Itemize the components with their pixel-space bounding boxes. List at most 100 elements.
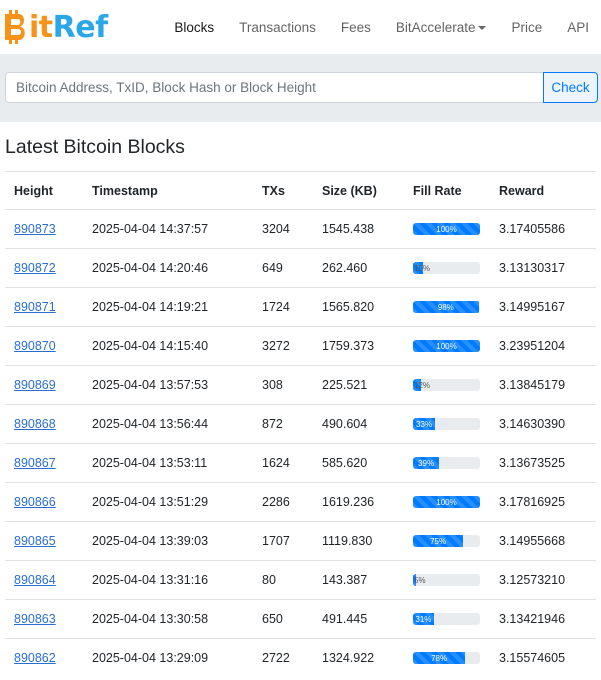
cell-size: 143.387 [313, 560, 404, 600]
cell-txs: 2286 [253, 482, 313, 522]
table-row: 890873 2025-04-04 14:37:57 3204 1545.438 100… [5, 209, 596, 249]
fill-rate-bar: 100% [413, 496, 480, 508]
cell-height: 890862 [5, 638, 83, 678]
cell-reward: 3.17816925 [490, 482, 596, 522]
table-row: 890862 2025-04-04 13:29:09 2722 1324.922 78%… [5, 638, 596, 678]
cell-reward: 3.17405586 [490, 209, 596, 249]
cell-reward: 3.12573210 [490, 560, 596, 600]
cell-height: 890863 [5, 599, 83, 639]
cell-reward: 3.13845179 [490, 365, 596, 405]
fill-rate-progress: 100% [413, 340, 480, 352]
block-height-link[interactable]: 890870 [14, 339, 56, 353]
cell-size: 1324.922 [313, 638, 404, 678]
cell-height: 890867 [5, 443, 83, 483]
table-header-row: Height Timestamp TXs Size (KB) Fill Rate… [5, 171, 596, 210]
fill-rate-label: 100% [436, 224, 457, 234]
cell-fill-rate: 12% [404, 365, 490, 405]
brand-name-it: it [29, 9, 53, 45]
cell-reward: 3.14955668 [490, 521, 596, 561]
check-button[interactable]: Check [543, 72, 598, 103]
nav-transactions[interactable]: Transactions [227, 20, 329, 35]
main-nav: Blocks Transactions Fees BitAccelerate P… [162, 20, 597, 35]
fill-rate-bar: 12% [413, 379, 430, 391]
fill-rate-progress: 78% [413, 652, 480, 665]
fill-rate-bar: 15% [413, 262, 430, 274]
cell-fill-rate: 100% [404, 326, 490, 366]
block-height-link[interactable]: 890863 [14, 612, 56, 626]
block-height-link[interactable]: 890872 [14, 261, 56, 275]
cell-timestamp: 2025-04-04 13:53:11 [83, 443, 253, 483]
table-row: 890867 2025-04-04 13:53:11 1624 585.620 39% 3… [5, 443, 596, 483]
fill-rate-label: 31% [415, 614, 432, 624]
fill-rate-label: 15% [414, 263, 431, 273]
nav-blocks[interactable]: Blocks [162, 20, 227, 35]
page-title: Latest Bitcoin Blocks [5, 136, 185, 158]
table-row: 890872 2025-04-04 14:20:46 649 262.460 15% 3.… [5, 248, 596, 288]
cell-timestamp: 2025-04-04 13:57:53 [83, 365, 253, 405]
fill-rate-progress: 31% [413, 613, 480, 625]
cell-timestamp: 2025-04-04 13:30:58 [83, 599, 253, 639]
caret-down-icon [478, 25, 487, 30]
fill-rate-label: 100% [436, 341, 457, 351]
fill-rate-progress: 12% [413, 379, 480, 391]
table-row: 890868 2025-04-04 13:56:44 872 490.604 33% 3.… [5, 404, 596, 444]
table-row: 890871 2025-04-04 14:19:21 1724 1565.820 98%… [5, 287, 596, 327]
nav-api[interactable]: API [555, 20, 597, 35]
cell-height: 890872 [5, 248, 83, 288]
column-header-height: Height [5, 171, 83, 210]
nav-fees[interactable]: Fees [328, 20, 383, 35]
cell-timestamp: 2025-04-04 13:29:09 [83, 638, 253, 678]
block-height-link[interactable]: 890866 [14, 495, 56, 509]
cell-timestamp: 2025-04-04 13:56:44 [83, 404, 253, 444]
fill-rate-progress: 100% [413, 496, 480, 508]
cell-height: 890866 [5, 482, 83, 522]
cell-fill-rate: 100% [404, 482, 490, 522]
fill-rate-bar: 78% [413, 652, 466, 665]
cell-height: 890868 [5, 404, 83, 444]
cell-fill-rate: 33% [404, 404, 490, 444]
fill-rate-bar: 31% [413, 613, 434, 625]
cell-fill-rate: 100% [404, 209, 490, 249]
fill-rate-progress: 75% [413, 535, 480, 547]
table-row: 890863 2025-04-04 13:30:58 650 491.445 31% 3.… [5, 599, 596, 639]
cell-size: 1759.373 [313, 326, 404, 366]
cell-size: 1619.236 [313, 482, 404, 522]
block-height-link[interactable]: 890873 [14, 222, 56, 236]
table-row: 890870 2025-04-04 14:15:40 3272 1759.373 100… [5, 326, 596, 366]
cell-reward: 3.15574605 [490, 638, 596, 678]
column-header-timestamp: Timestamp [83, 171, 253, 210]
column-header-fill-rate: Fill Rate [404, 171, 490, 210]
nav-price[interactable]: Price [499, 20, 555, 35]
cell-txs: 650 [253, 599, 313, 639]
cell-height: 890869 [5, 365, 83, 405]
block-height-link[interactable]: 890865 [14, 534, 56, 548]
cell-fill-rate: 98% [404, 287, 490, 327]
search-input[interactable] [5, 72, 543, 103]
nav-bitaccelerate[interactable]: BitAccelerate [383, 20, 499, 35]
cell-timestamp: 2025-04-04 13:51:29 [83, 482, 253, 522]
cell-size: 1565.820 [313, 287, 404, 327]
block-height-link[interactable]: 890871 [14, 300, 56, 314]
fill-rate-progress: 5% [413, 574, 480, 586]
fill-rate-label: 5% [414, 575, 426, 585]
fill-rate-progress: 15% [413, 262, 480, 274]
navbar: it Ref Blocks Transactions Fees BitAccele… [0, 0, 601, 54]
block-height-link[interactable]: 890867 [14, 456, 56, 470]
cell-txs: 1707 [253, 521, 313, 561]
cell-reward: 3.13673525 [490, 443, 596, 483]
block-height-link[interactable]: 890864 [14, 573, 56, 587]
block-height-link[interactable]: 890868 [14, 417, 56, 431]
block-height-link[interactable]: 890862 [14, 651, 56, 665]
fill-rate-label: 33% [416, 419, 433, 429]
fill-rate-bar: 98% [413, 301, 479, 313]
table-body: 890873 2025-04-04 14:37:57 3204 1545.438 100… [5, 209, 596, 678]
cell-txs: 1724 [253, 287, 313, 327]
brand-logo[interactable]: it Ref [4, 9, 108, 45]
bitcoin-b-icon [4, 9, 28, 45]
blocks-table: Height Timestamp TXs Size (KB) Fill Rate… [5, 171, 596, 678]
block-height-link[interactable]: 890869 [14, 378, 56, 392]
cell-size: 1119.830 [313, 521, 404, 561]
cell-size: 1545.438 [313, 209, 404, 249]
cell-size: 490.604 [313, 404, 404, 444]
cell-timestamp: 2025-04-04 14:15:40 [83, 326, 253, 366]
